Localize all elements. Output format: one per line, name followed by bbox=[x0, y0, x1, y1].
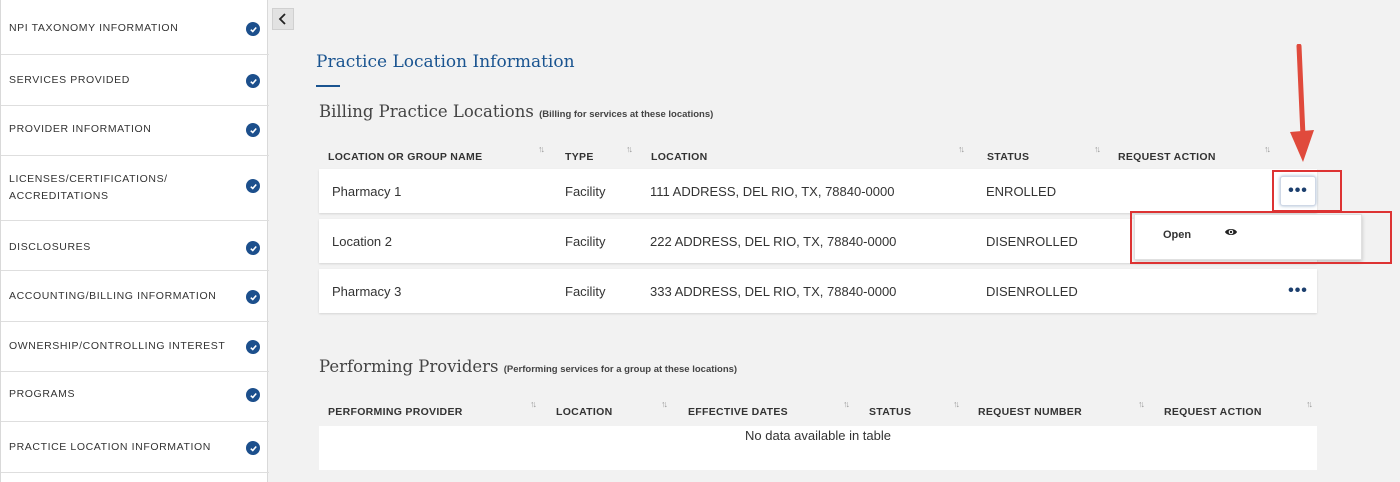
check-circle-icon bbox=[246, 22, 260, 36]
empty-table-message: No data available in table bbox=[745, 428, 891, 443]
sidebar-item-npi-taxonomy[interactable]: NPI TAXONOMY INFORMATION bbox=[1, 0, 269, 55]
check-circle-icon bbox=[246, 388, 260, 402]
billing-title: Billing Practice Locations bbox=[319, 102, 534, 121]
status-text: ENROLLED bbox=[986, 184, 1057, 199]
red-arrow-icon bbox=[1290, 44, 1314, 162]
sidebar-item-label: LICENSES/CERTIFICATIONS/ bbox=[9, 173, 168, 185]
sort-icon[interactable]: ↑↓ bbox=[538, 144, 545, 154]
sort-icon[interactable]: ↑↓ bbox=[843, 399, 850, 409]
check-circle-icon bbox=[246, 241, 260, 255]
sidebar-item-label: ACCOUNTING/BILLING INFORMATION bbox=[9, 290, 217, 302]
column-header[interactable]: LOCATION OR GROUP NAME bbox=[328, 151, 482, 163]
sidebar-item-label: PROGRAMS bbox=[9, 388, 76, 400]
column-header[interactable]: REQUEST ACTION bbox=[1164, 406, 1262, 418]
sort-icon[interactable]: ↑↓ bbox=[626, 144, 633, 154]
status-text: DISENROLLED bbox=[986, 284, 1078, 299]
sidebar-item-provider-information[interactable]: PROVIDER INFORMATION bbox=[1, 106, 269, 156]
check-circle-icon bbox=[246, 441, 260, 455]
sort-icon[interactable]: ↑↓ bbox=[1306, 399, 1313, 409]
collapse-sidebar-button[interactable] bbox=[272, 8, 294, 30]
page-title: Practice Location Information bbox=[316, 52, 575, 72]
sidebar-item-label: PROVIDER INFORMATION bbox=[9, 123, 152, 135]
column-header[interactable]: PERFORMING PROVIDER bbox=[328, 406, 463, 418]
title-underline bbox=[316, 85, 340, 87]
check-circle-icon bbox=[246, 290, 260, 304]
table-row: Pharmacy 1 Facility 111 ADDRESS, DEL RIO… bbox=[319, 169, 1317, 213]
sidebar-item-practice-location[interactable]: PRACTICE LOCATION INFORMATION bbox=[1, 422, 269, 473]
annotation-highlight-box bbox=[1272, 170, 1342, 212]
billing-subtitle: (Billing for services at these locations… bbox=[539, 109, 714, 120]
check-circle-icon bbox=[246, 123, 260, 137]
location-type: Facility bbox=[565, 184, 606, 199]
column-header[interactable]: REQUEST ACTION bbox=[1118, 151, 1216, 163]
check-circle-icon bbox=[246, 179, 260, 193]
location-address: 111 ADDRESS, DEL RIO, TX, 78840-0000 bbox=[650, 184, 895, 199]
sidebar-item-label: ACCREDITATIONS bbox=[9, 190, 109, 202]
sidebar-item-accounting-billing[interactable]: ACCOUNTING/BILLING INFORMATION bbox=[1, 271, 269, 322]
location-name: Pharmacy 3 bbox=[332, 284, 402, 299]
location-address: 222 ADDRESS, DEL RIO, TX, 78840-0000 bbox=[650, 234, 897, 249]
location-type: Facility bbox=[565, 284, 606, 299]
performing-subtitle: (Performing services for a group at thes… bbox=[503, 364, 738, 375]
sidebar-item-label: SERVICES PROVIDED bbox=[9, 74, 130, 86]
sort-icon[interactable]: ↑↓ bbox=[1264, 144, 1271, 154]
sort-icon[interactable]: ↑↓ bbox=[1138, 399, 1145, 409]
location-type: Facility bbox=[565, 234, 606, 249]
sidebar-item-label: PRACTICE LOCATION INFORMATION bbox=[9, 441, 211, 453]
empty-table-row: No data available in table bbox=[319, 426, 1317, 470]
sidebar-item-label: OWNERSHIP/CONTROLLING INTEREST bbox=[9, 340, 226, 352]
billing-section-title: Billing Practice Locations (Billing for … bbox=[319, 102, 713, 121]
column-header[interactable]: REQUEST NUMBER bbox=[978, 406, 1082, 418]
sort-icon[interactable]: ↑↓ bbox=[530, 399, 537, 409]
sort-icon[interactable]: ↑↓ bbox=[953, 399, 960, 409]
sidebar-item-ownership[interactable]: OWNERSHIP/CONTROLLING INTEREST bbox=[1, 322, 269, 372]
location-name: Pharmacy 1 bbox=[332, 184, 402, 199]
column-header[interactable]: LOCATION bbox=[651, 151, 707, 163]
column-header[interactable]: LOCATION bbox=[556, 406, 612, 418]
sort-icon[interactable]: ↑↓ bbox=[1094, 144, 1101, 154]
column-header[interactable]: STATUS bbox=[987, 151, 1029, 163]
sidebar-item-services-provided[interactable]: SERVICES PROVIDED bbox=[1, 55, 269, 106]
column-header[interactable]: EFFECTIVE DATES bbox=[688, 406, 788, 418]
column-header[interactable]: TYPE bbox=[565, 151, 594, 163]
more-actions-button[interactable]: ••• bbox=[1280, 276, 1316, 306]
chevron-left-icon bbox=[278, 13, 286, 25]
column-header[interactable]: STATUS bbox=[869, 406, 911, 418]
performing-title: Performing Providers bbox=[319, 357, 499, 376]
annotation-highlight-box bbox=[1130, 211, 1392, 264]
sidebar-item-label: NPI TAXONOMY INFORMATION bbox=[9, 22, 179, 34]
sidebar-item-label: DISCLOSURES bbox=[9, 241, 91, 253]
sort-icon[interactable]: ↑↓ bbox=[958, 144, 965, 154]
performing-section-title: Performing Providers (Performing service… bbox=[319, 357, 737, 376]
table-row: Pharmacy 3 Facility 333 ADDRESS, DEL RIO… bbox=[319, 269, 1317, 313]
status-text: DISENROLLED bbox=[986, 234, 1078, 249]
sidebar-nav: NPI TAXONOMY INFORMATION SERVICES PROVID… bbox=[0, 0, 269, 482]
sort-icon[interactable]: ↑↓ bbox=[661, 399, 668, 409]
location-address: 333 ADDRESS, DEL RIO, TX, 78840-0000 bbox=[650, 284, 897, 299]
location-name: Location 2 bbox=[332, 234, 392, 249]
check-circle-icon bbox=[246, 340, 260, 354]
sidebar-item-programs[interactable]: PROGRAMS bbox=[1, 372, 269, 422]
check-circle-icon bbox=[246, 74, 260, 88]
sidebar-item-disclosures[interactable]: DISCLOSURES bbox=[1, 221, 269, 271]
sidebar-item-licenses-certifications[interactable]: LICENSES/CERTIFICATIONS/ ACCREDITATIONS bbox=[1, 156, 269, 221]
